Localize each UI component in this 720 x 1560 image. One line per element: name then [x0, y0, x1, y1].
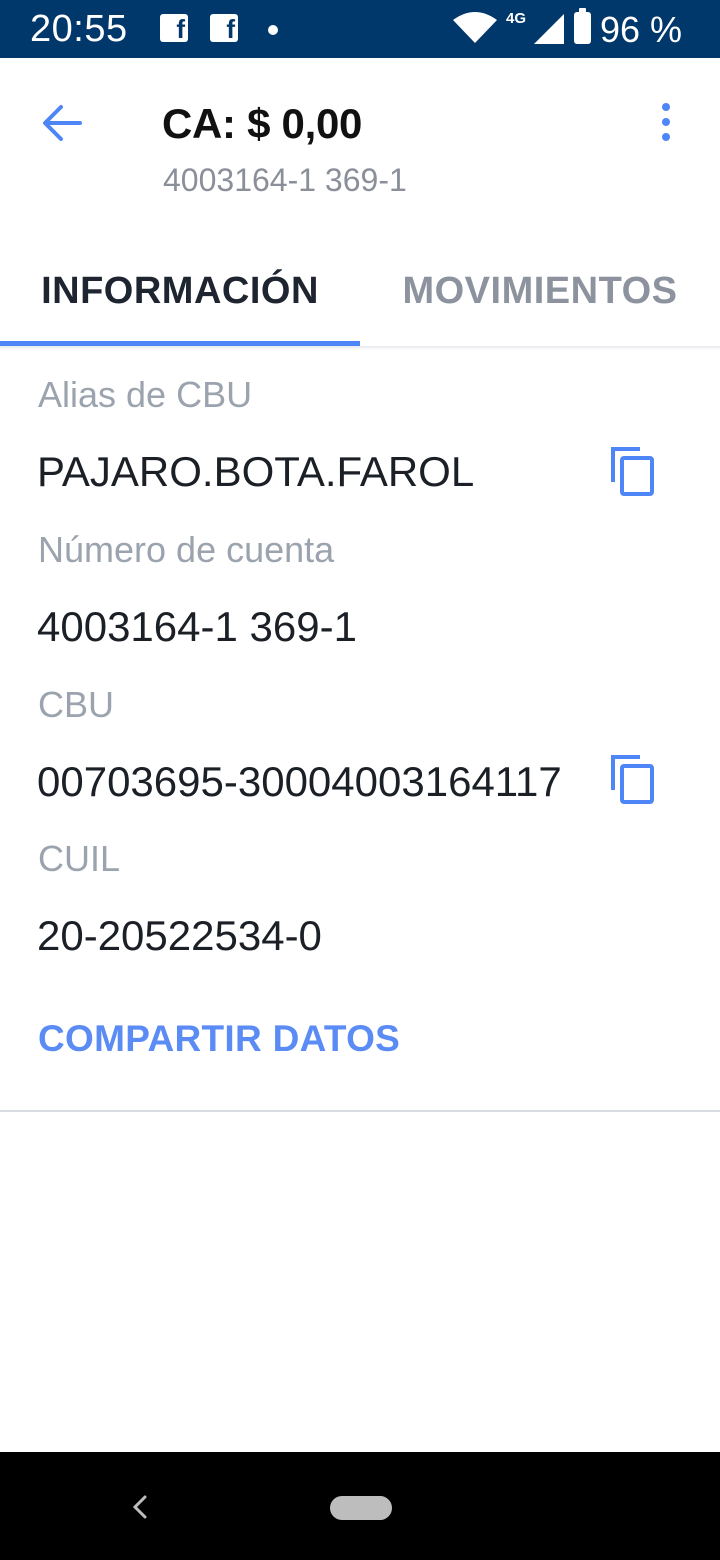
nav-back-icon[interactable]: [128, 1492, 150, 1522]
more-vertical-icon: [662, 103, 670, 111]
page-subtitle: 4003164-1 369-1: [163, 162, 407, 198]
tab-movimientos[interactable]: MOVIMIENTOS: [360, 270, 720, 346]
nav-home-pill[interactable]: [330, 1496, 392, 1520]
arrow-left-icon: [43, 105, 82, 141]
alias-value: PAJARO.BOTA.FAROL: [37, 448, 475, 495]
battery-icon: [574, 8, 591, 44]
cuil-label: CUIL: [38, 838, 121, 879]
tab-informacion[interactable]: INFORMACIÓN: [0, 270, 360, 346]
copy-icon: [611, 447, 654, 496]
network-type-label: 4G: [506, 10, 527, 27]
more-vertical-icon: [662, 133, 670, 141]
notification-dot-icon: [268, 25, 278, 35]
status-bar: 20:55 4G 96 %: [0, 0, 720, 58]
copy-alias-button[interactable]: [610, 446, 658, 498]
facebook-icon: [160, 14, 188, 45]
account-number-label: Número de cuenta: [38, 529, 335, 570]
facebook-icon: [210, 14, 238, 45]
share-data-button[interactable]: COMPARTIR DATOS: [38, 1018, 400, 1060]
cuil-value: 20-20522534-0: [37, 912, 322, 959]
more-vertical-icon: [662, 118, 670, 126]
account-number-value: 4003164-1 369-1: [37, 603, 357, 650]
system-nav-bar: [0, 1452, 720, 1560]
copy-cbu-button[interactable]: [610, 754, 658, 806]
wifi-icon: [453, 12, 497, 43]
cbu-label: CBU: [38, 684, 115, 725]
cbu-value: 00703695-30004003164117: [37, 758, 562, 805]
more-options-button[interactable]: [650, 100, 682, 144]
copy-icon: [611, 755, 654, 804]
alias-label: Alias de CBU: [38, 374, 253, 415]
page-title: CA: $ 0,00: [162, 100, 363, 147]
battery-percentage: 96 %: [600, 9, 683, 50]
tab-bar-shadow: [0, 346, 720, 350]
signal-icon: [534, 14, 564, 44]
screen: 20:55 4G 96 % CA: $ 0,00 4003164-1 369-1…: [0, 0, 720, 1560]
divider: [0, 1110, 720, 1112]
back-button[interactable]: [36, 98, 90, 148]
status-time: 20:55: [30, 8, 128, 50]
